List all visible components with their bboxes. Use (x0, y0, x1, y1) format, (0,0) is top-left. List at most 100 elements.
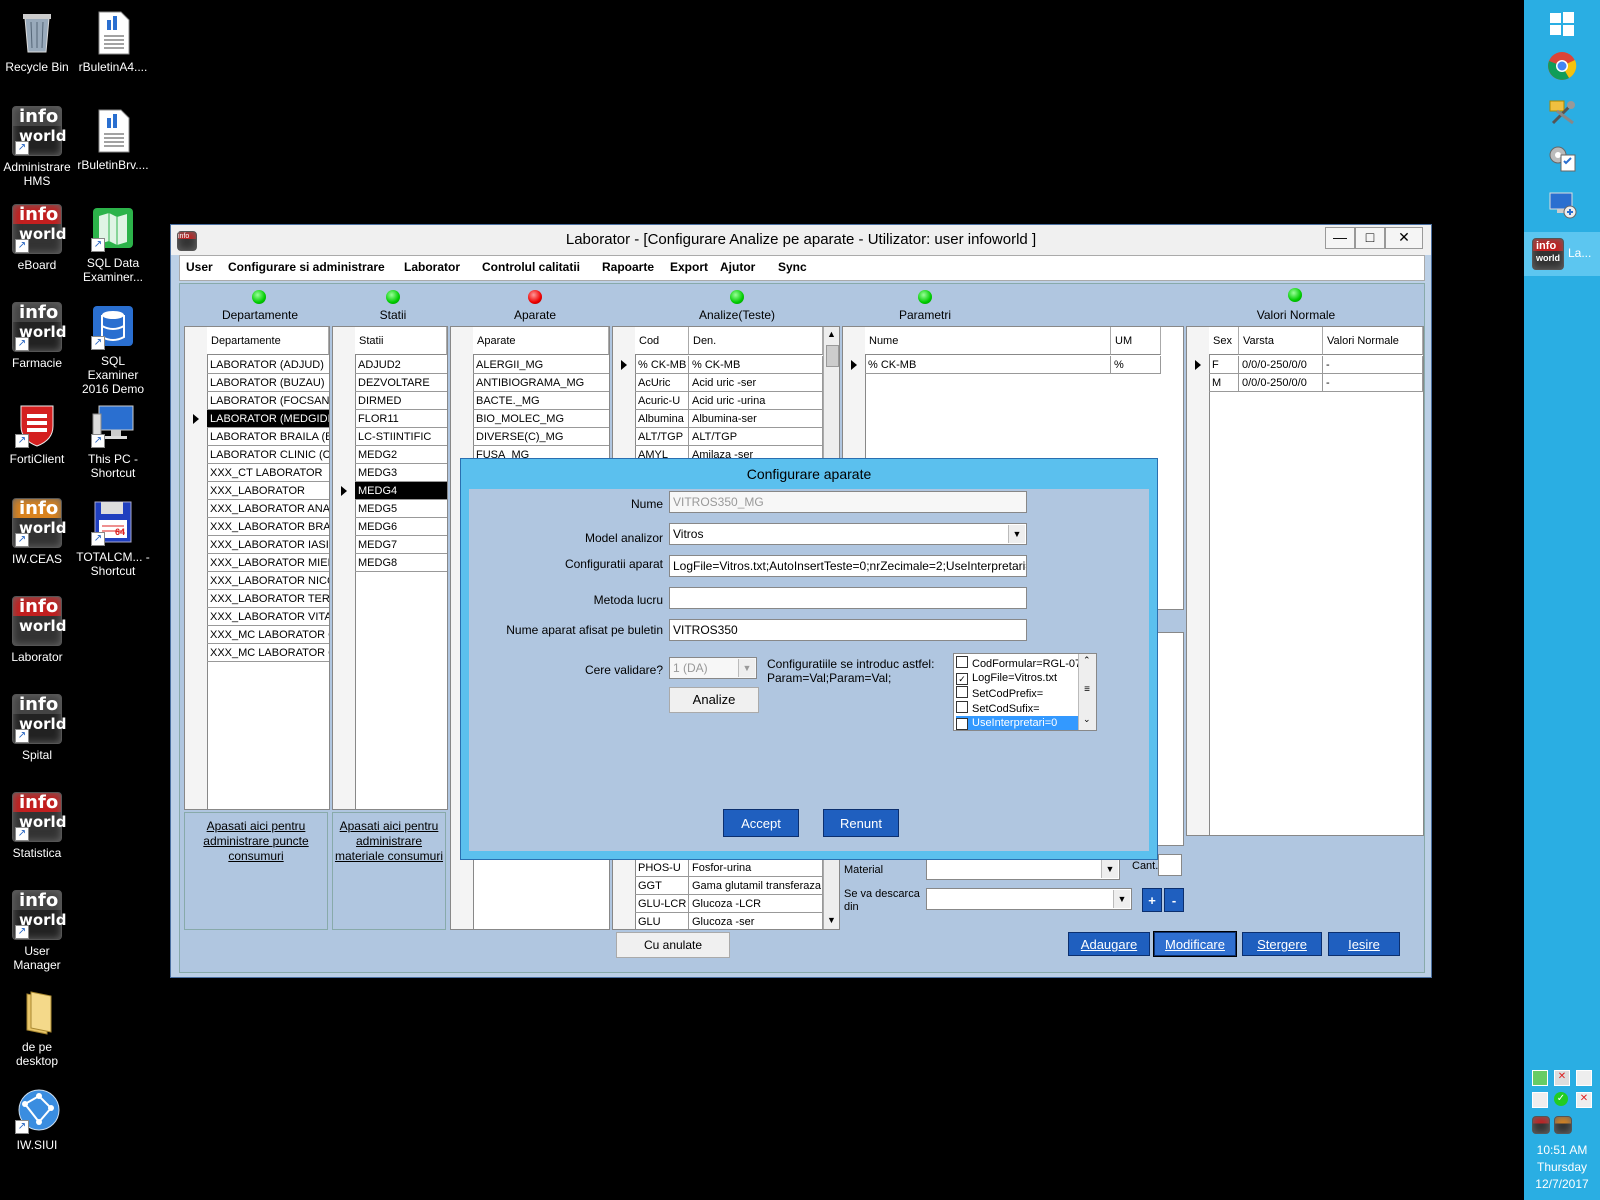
desktop-icon-sql-examiner-2016-demo[interactable]: ↗ SQL Examiner 2016 Demo (76, 302, 150, 396)
modificare-button[interactable]: Modificare (1153, 931, 1237, 957)
table-row[interactable]: MEDG2 (355, 446, 447, 464)
add-material-button[interactable]: + (1142, 888, 1162, 912)
desktop-icon-this-pc[interactable]: ↗ This PC - Shortcut (76, 400, 150, 480)
taskbar-admin-tools[interactable] (1538, 92, 1586, 132)
table-row[interactable]: ANTIBIOGRAMA_MG (473, 374, 609, 392)
table-row[interactable]: MEDG4 (355, 482, 447, 500)
desktop-icon-statistica[interactable]: info world ↗ Statistica (0, 792, 74, 860)
config-option[interactable]: SetCodPrefix= (956, 686, 1080, 701)
desktop-icon-user-manager[interactable]: info world ↗ User Manager (0, 890, 74, 972)
table-cell[interactable]: PHOS-U (635, 859, 689, 877)
adaugare-button[interactable]: Adaugare (1068, 932, 1150, 956)
table-cell[interactable]: ALT/TGP (635, 428, 689, 446)
desktop-icon-administrare-hms[interactable]: info world ↗ Administrare HMS (0, 106, 74, 188)
nume-input[interactable]: VITROS350_MG (669, 491, 1027, 513)
table-cell[interactable]: % CK-MB (689, 356, 823, 374)
desktop-icon-recycle-bin[interactable]: Recycle Bin (0, 8, 74, 74)
column-header-aparate[interactable]: Aparate (473, 327, 609, 355)
close-button[interactable]: ✕ (1385, 227, 1423, 249)
taskbar-laborator-app[interactable]: info world La... (1524, 232, 1600, 276)
table-row[interactable]: XXX_MC LABORATOR CI (207, 644, 329, 662)
cu-anulate-button[interactable]: Cu anulate (616, 932, 730, 958)
network-shield-icon[interactable] (1532, 1070, 1548, 1086)
table-row[interactable]: BACTE._MG (473, 392, 609, 410)
table-row[interactable]: FLOR11 (355, 410, 447, 428)
config-option[interactable]: ✓ UseInterpretari=0 (956, 716, 1080, 730)
config-checklist[interactable]: CodFormular=RGL-07-0 ✓ LogFile=Vitros.txt S… (953, 653, 1097, 731)
remove-material-button[interactable]: - (1164, 888, 1184, 912)
table-row[interactable]: MEDG8 (355, 554, 447, 572)
table-cell[interactable]: GLU (635, 913, 689, 929)
model-analizor-dropdown[interactable]: Vitros ▼ (669, 523, 1027, 545)
chevron-up-icon[interactable]: ⌃ (1083, 655, 1091, 666)
table-cell[interactable]: Glucoza -ser (689, 913, 823, 929)
column-header-nume[interactable]: Nume (865, 327, 1111, 355)
config-option[interactable]: ✓ LogFile=Vitros.txt (956, 671, 1080, 686)
table-row[interactable]: DIVERSE(C)_MG (473, 428, 609, 446)
minimize-button[interactable]: — (1325, 227, 1355, 249)
table-cell[interactable]: Acid uric -ser (689, 374, 823, 392)
desktop-icon-rbuletina4[interactable]: rBuletinA4.... (76, 8, 150, 74)
departamente-grid[interactable]: Departamente LABORATOR (ADJUD) LABORATOR … (184, 326, 330, 810)
stergere-button[interactable]: Stergere (1242, 932, 1322, 956)
table-row[interactable]: XXX_LABORATOR VITAN (207, 608, 329, 626)
column-header-statii[interactable]: Statii (355, 327, 447, 355)
nume-afisat-input[interactable]: VITROS350 (669, 619, 1027, 641)
table-row[interactable]: XXX_LABORATOR MIERC (207, 554, 329, 572)
table-cell[interactable]: ALT/TGP (689, 428, 823, 446)
checkbox-checked-icon[interactable]: ✓ (956, 673, 968, 685)
table-row[interactable]: XXX_LABORATOR BRAS (207, 518, 329, 536)
column-header-departamente[interactable]: Departamente (207, 327, 329, 355)
table-row[interactable]: XXX_MC LABORATOR CI (207, 626, 329, 644)
maximize-button[interactable]: □ (1355, 227, 1385, 249)
table-cell[interactable]: 0/0/0-250/0/0 (1239, 374, 1323, 392)
table-cell[interactable]: - (1323, 374, 1423, 392)
descarca-dropdown[interactable]: ▼ (926, 888, 1132, 910)
scroll-down-icon[interactable]: ▼ (827, 915, 836, 925)
table-row[interactable]: LABORATOR BRAILA (BI (207, 428, 329, 446)
column-header-varsta[interactable]: Varsta (1239, 327, 1323, 355)
metoda-lucru-input[interactable] (669, 587, 1027, 609)
scroll-thumb[interactable] (826, 345, 839, 367)
table-row[interactable]: XXX_CT LABORATOR (207, 464, 329, 482)
column-header-den[interactable]: Den. (689, 327, 823, 355)
taskbar-chrome[interactable] (1538, 46, 1586, 86)
table-cell[interactable]: Gama glutamil transferaza ( (689, 877, 823, 895)
volume-muted-icon[interactable]: ✕ (1576, 1092, 1592, 1108)
table-cell[interactable]: - (1323, 356, 1423, 374)
table-cell[interactable]: GGT (635, 877, 689, 895)
desktop-icon-laborator[interactable]: info world Laborator (0, 596, 74, 664)
desktop-icon-rbuletinbrv[interactable]: rBuletinBrv.... (76, 106, 150, 172)
table-cell[interactable]: % CK-MB (865, 356, 1111, 374)
column-header-cod[interactable]: Cod (635, 327, 689, 355)
config-option[interactable]: SetCodSufix= (956, 701, 1080, 716)
desktop-icon-sql-data-examiner[interactable]: ↗ SQL Data Examiner... (76, 204, 150, 284)
table-row[interactable]: XXX_LABORATOR TEREI (207, 590, 329, 608)
table-row[interactable]: XXX_LABORATOR NICOL (207, 572, 329, 590)
table-cell[interactable]: Acuric-U (635, 392, 689, 410)
table-row[interactable]: LABORATOR (ADJUD) (207, 356, 329, 374)
table-cell[interactable]: Albumina (635, 410, 689, 428)
table-cell[interactable]: Albumina-ser (689, 410, 823, 428)
menu-configurare[interactable]: Configurare si administrare (228, 260, 385, 274)
table-cell[interactable]: Glucoza -LCR (689, 895, 823, 913)
column-header-valori-normale[interactable]: Valori Normale (1323, 327, 1423, 355)
taskbar-remote-desktop[interactable] (1538, 184, 1586, 224)
table-row[interactable]: XXX_LABORATOR IASI (207, 536, 329, 554)
column-header-um[interactable]: UM (1111, 327, 1161, 355)
menu-sync[interactable]: Sync (778, 260, 807, 274)
table-row[interactable]: XXX_LABORATOR (207, 482, 329, 500)
valori-normale-grid[interactable]: Sex Varsta Valori Normale F 0/0/0-250/0/0… (1186, 326, 1424, 836)
table-cell[interactable]: % (1111, 356, 1161, 374)
menu-controlul-calitatii[interactable]: Controlul calitatii (482, 260, 580, 274)
taskbar-services[interactable] (1538, 138, 1586, 178)
table-row[interactable]: LABORATOR CLINIC (CH (207, 446, 329, 464)
window-titlebar[interactable]: info Laborator - [Configurare Analize pe… (171, 225, 1431, 255)
table-row[interactable]: MEDG3 (355, 464, 447, 482)
checkbox-unchecked-icon[interactable] (956, 701, 968, 713)
menu-user[interactable]: User (186, 260, 213, 274)
table-row[interactable]: XXX_LABORATOR ANAL (207, 500, 329, 518)
desktop-icon-forticlient[interactable]: ↗ FortiClient (0, 400, 74, 466)
scroll-up-icon[interactable]: ▲ (827, 329, 836, 339)
clock[interactable]: 10:51 AM Thursday 12/7/2017 (1524, 1142, 1600, 1193)
